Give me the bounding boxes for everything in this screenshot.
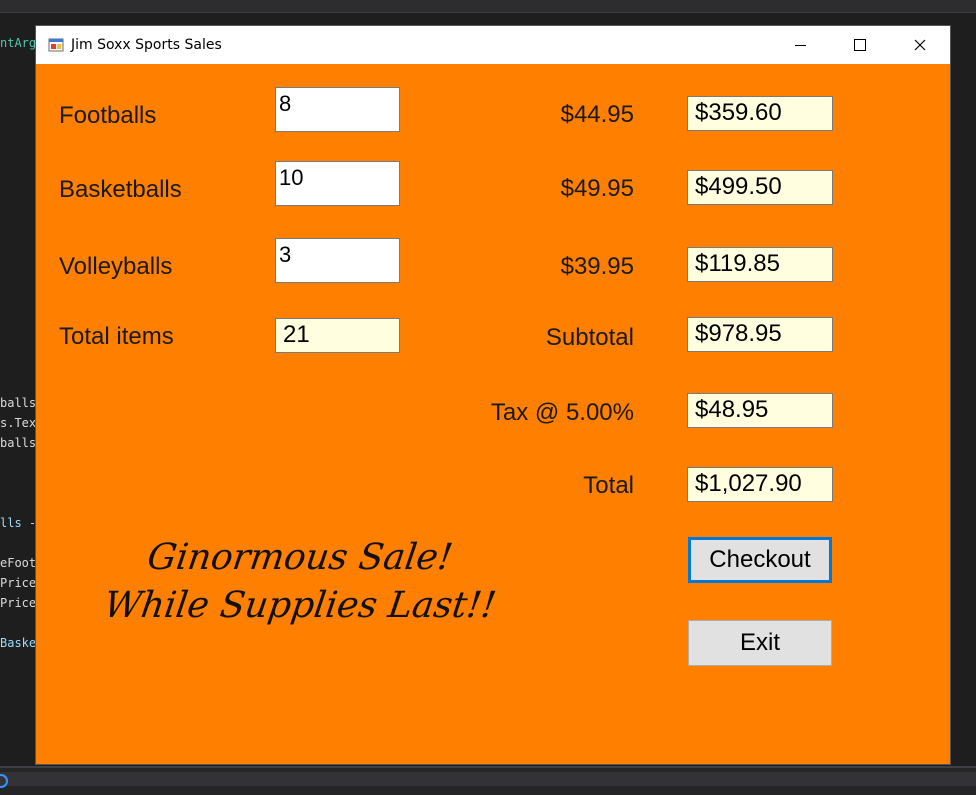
footballs-quantity-input[interactable]: 8 bbox=[275, 87, 400, 132]
total-items-label: Total items bbox=[59, 323, 174, 350]
code-line: Price bbox=[0, 576, 37, 590]
editor-top-bar bbox=[0, 0, 976, 13]
subtotal-label: Subtotal bbox=[545, 324, 634, 351]
maximize-button[interactable] bbox=[830, 26, 890, 64]
code-line: Baske bbox=[0, 636, 37, 650]
total-value: $1,027.90 bbox=[687, 467, 833, 502]
total-items-value: 21 bbox=[275, 318, 400, 353]
volleyballs-quantity-input[interactable]: 3 bbox=[275, 238, 400, 283]
basketballs-line-total: $499.50 bbox=[687, 170, 833, 205]
window-title: Jim Soxx Sports Sales bbox=[71, 37, 222, 53]
code-line: Price bbox=[0, 596, 37, 610]
basketballs-price: $49.95 bbox=[560, 175, 634, 202]
code-line: balls bbox=[0, 396, 37, 410]
volleyballs-label: Volleyballs bbox=[59, 253, 173, 280]
tax-label: Tax @ 5.00% bbox=[490, 399, 634, 426]
form-client-area: Footballs 8 $44.95 $359.60 Basketballs 1… bbox=[36, 64, 950, 764]
code-line: lls - bbox=[0, 516, 37, 530]
code-line: eFoot bbox=[0, 556, 37, 570]
footballs-label: Footballs bbox=[59, 102, 157, 129]
editor-scrollbar[interactable] bbox=[0, 772, 976, 786]
checkout-button[interactable]: Checkout bbox=[688, 537, 832, 583]
volleyballs-line-total: $119.85 bbox=[687, 247, 833, 282]
footballs-price: $44.95 bbox=[560, 101, 634, 128]
exit-button[interactable]: Exit bbox=[688, 620, 832, 666]
editor-code-strip: ntArg balls s.Tex balls lls - eFoot Pric… bbox=[0, 30, 40, 760]
minimize-icon bbox=[794, 44, 806, 46]
footballs-line-total: $359.60 bbox=[687, 96, 833, 131]
total-label: Total bbox=[583, 472, 634, 499]
basketballs-quantity-input[interactable]: 10 bbox=[275, 161, 400, 206]
close-icon bbox=[914, 39, 926, 51]
app-icon bbox=[48, 38, 64, 52]
basketballs-label: Basketballs bbox=[59, 176, 182, 203]
minimize-button[interactable] bbox=[770, 26, 830, 64]
tax-value: $48.95 bbox=[687, 393, 833, 428]
app-window: Jim Soxx Sports Sales Footballs 8 $44.95… bbox=[36, 26, 950, 764]
code-line: ntArg bbox=[0, 36, 37, 50]
code-line: balls bbox=[0, 436, 37, 450]
close-button[interactable] bbox=[890, 26, 950, 64]
volleyballs-price: $39.95 bbox=[560, 253, 634, 280]
maximize-icon bbox=[854, 39, 866, 51]
promo-line-1: Ginormous Sale! bbox=[144, 537, 456, 578]
promo-line-2: While Supplies Last!! bbox=[101, 585, 499, 626]
title-bar[interactable]: Jim Soxx Sports Sales bbox=[36, 26, 950, 64]
subtotal-value: $978.95 bbox=[687, 317, 833, 352]
code-line: s.Tex bbox=[0, 416, 37, 430]
